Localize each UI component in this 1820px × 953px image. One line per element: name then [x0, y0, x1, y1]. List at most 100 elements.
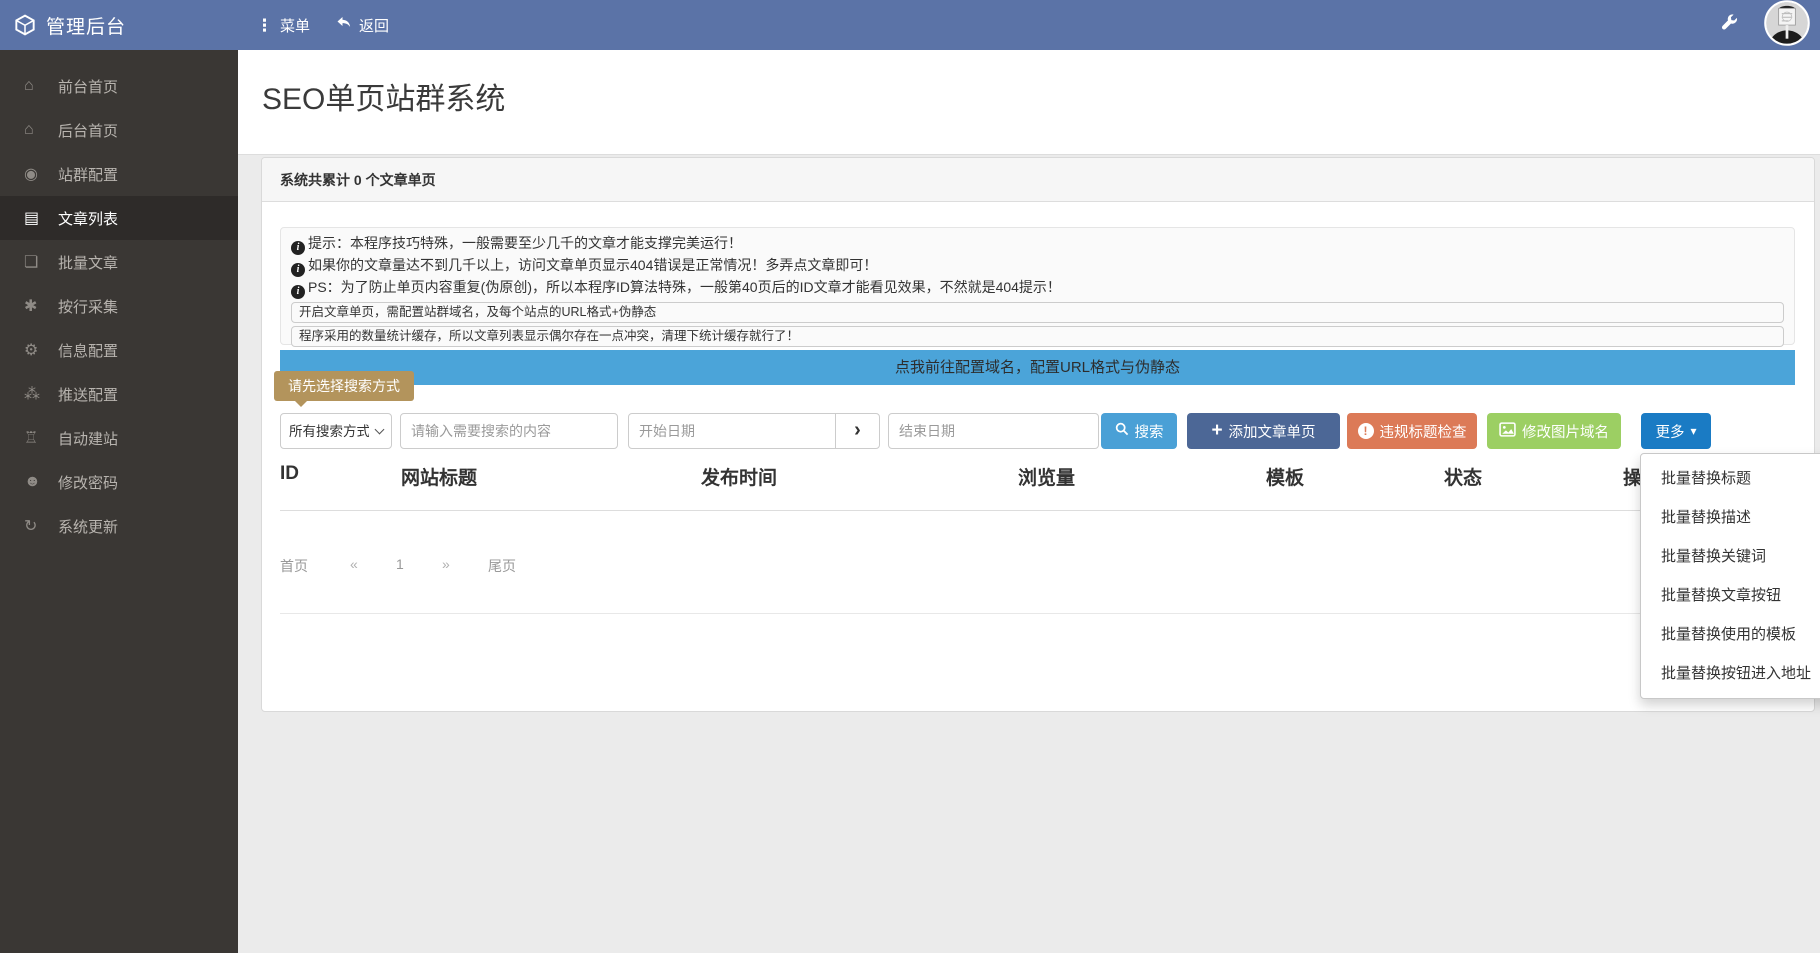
- search-button[interactable]: 搜索: [1101, 413, 1177, 449]
- title-band: SEO单页站群系统: [238, 50, 1820, 155]
- list-icon: ▤: [24, 208, 58, 228]
- notice-line: i提示：本程序技巧特殊，一般需要至少几千的文章才能支撑完美运行！: [291, 233, 1784, 255]
- info-icon: i: [291, 285, 305, 299]
- end-date-wrap: [888, 413, 1099, 449]
- violation-title-check-button[interactable]: ! 违规标题检查: [1347, 413, 1477, 449]
- sidebar-item-info-config[interactable]: ⚙信息配置: [0, 328, 238, 372]
- keyword-field-wrap: [400, 413, 618, 449]
- keyword-input[interactable]: [400, 413, 618, 449]
- brand[interactable]: 管理后台: [0, 12, 238, 39]
- back-label: 返回: [359, 15, 389, 36]
- sidebar-item-label: 前台首页: [58, 76, 118, 97]
- sidebar-item-label: 信息配置: [58, 340, 118, 361]
- image-icon: [1499, 422, 1516, 441]
- notice-line: i如果你的文章量达不到几千以上，访问文章单页显示404错误是正常情况！多弄点文章…: [291, 255, 1784, 277]
- paw-icon: ⁂: [24, 384, 58, 404]
- sidebar-item-article-list[interactable]: ▤文章列表: [0, 196, 238, 240]
- info-icon: i: [291, 241, 305, 255]
- pagination-prev[interactable]: «: [350, 556, 358, 572]
- refresh-icon: ↻: [24, 516, 58, 536]
- search-mode-select[interactable]: 所有搜索方式: [280, 413, 392, 449]
- wrench-icon[interactable]: [1720, 14, 1738, 37]
- sidebar-item-system-update[interactable]: ↻系统更新: [0, 504, 238, 548]
- back-icon: [336, 16, 352, 34]
- cube-logo-icon: [14, 14, 36, 36]
- avatar[interactable]: [1764, 0, 1810, 51]
- book-icon: ❏: [24, 252, 58, 272]
- notice-box: 开启文章单页，需配置站群域名，及每个站点的URL格式+伪静态: [291, 302, 1784, 323]
- sidebar-item-backend-home[interactable]: ⌂后台首页: [0, 108, 238, 152]
- menu-icon: ⋮: [256, 17, 273, 34]
- notice-line: iPS：为了防止单页内容重复(伪原创)，所以本程序ID算法特殊，一般第40页后的…: [291, 277, 1784, 299]
- sidebar-item-batch-articles[interactable]: ❏批量文章: [0, 240, 238, 284]
- sidebar: ⌂前台首页 ⌂后台首页 ◉站群配置 ▤文章列表 ❏批量文章 ✱按行采集 ⚙信息配…: [0, 50, 238, 953]
- plus-icon: +: [1211, 421, 1222, 440]
- dropdown-item-batch-replace-article-button[interactable]: 批量替换文章按钮: [1641, 576, 1820, 615]
- column-header-id: ID: [280, 463, 299, 485]
- pagination-next[interactable]: »: [442, 556, 450, 572]
- sidebar-item-label: 修改密码: [58, 472, 118, 493]
- sidebar-item-auto-build[interactable]: ♖自动建站: [0, 416, 238, 460]
- dropdown-item-batch-replace-template[interactable]: 批量替换使用的模板: [1641, 615, 1820, 654]
- menu-toggle[interactable]: ⋮ 菜单: [256, 15, 310, 36]
- column-header-publish-time: 发布时间: [701, 463, 777, 490]
- gear-icon: ⚙: [24, 340, 58, 360]
- notice-box: 程序采用的数量统计缓存，所以文章列表显示偶尔存在一点冲突，清理下统计缓存就行了！: [291, 326, 1784, 347]
- column-header-template: 模板: [1266, 463, 1304, 490]
- start-date-wrap: [628, 413, 836, 449]
- sidebar-item-label: 推送配置: [58, 384, 118, 405]
- info-icon: i: [291, 263, 305, 277]
- sidebar-item-label: 系统更新: [58, 516, 118, 537]
- start-date-input[interactable]: [628, 413, 836, 449]
- sidebar-item-label: 文章列表: [58, 208, 118, 229]
- add-article-button[interactable]: + 添加文章单页: [1187, 413, 1340, 449]
- sidebar-item-line-collect[interactable]: ✱按行采集: [0, 284, 238, 328]
- screen: 管理后台 ⋮ 菜单 返回: [0, 0, 1820, 953]
- dropdown-item-batch-replace-description[interactable]: 批量替换描述: [1641, 498, 1820, 537]
- more-button[interactable]: 更多 ▾: [1641, 413, 1711, 449]
- navbar-links: ⋮ 菜单 返回: [238, 15, 389, 36]
- config-domain-banner[interactable]: 点我前往配置域名，配置URL格式与伪静态: [280, 350, 1795, 385]
- end-date-input[interactable]: [888, 413, 1099, 449]
- back-link[interactable]: 返回: [336, 15, 389, 36]
- search-mode-select-wrap: 所有搜索方式: [280, 413, 392, 449]
- top-navbar: 管理后台 ⋮ 菜单 返回: [0, 0, 1820, 50]
- navbar-right: [1720, 0, 1820, 51]
- dropdown-item-batch-replace-title[interactable]: 批量替换标题: [1641, 459, 1820, 498]
- menu-label: 菜单: [280, 15, 310, 36]
- sidebar-item-label: 后台首页: [58, 120, 118, 141]
- notice-well: i提示：本程序技巧特殊，一般需要至少几千的文章才能支撑完美运行！ i如果你的文章…: [280, 227, 1795, 345]
- asterisk-icon: ✱: [24, 296, 58, 316]
- dropdown-item-batch-replace-keywords[interactable]: 批量替换关键词: [1641, 537, 1820, 576]
- sidebar-item-label: 按行采集: [58, 296, 118, 317]
- dropdown-item-batch-replace-button-url[interactable]: 批量替换按钮进入地址: [1641, 654, 1820, 693]
- modify-image-domain-button[interactable]: 修改图片域名: [1487, 413, 1621, 449]
- sidebar-item-label: 批量文章: [58, 252, 118, 273]
- home-icon: ⌂: [24, 121, 58, 139]
- column-header-status: 状态: [1444, 463, 1482, 490]
- search-icon: [1115, 422, 1129, 440]
- brand-title: 管理后台: [46, 12, 126, 39]
- pagination-first[interactable]: 首页: [280, 556, 308, 576]
- date-range-chevron-icon[interactable]: ›: [835, 413, 880, 449]
- sidebar-item-sitegroup-config[interactable]: ◉站群配置: [0, 152, 238, 196]
- sidebar-item-frontend-home[interactable]: ⌂前台首页: [0, 64, 238, 108]
- chrome-icon: ◉: [24, 164, 58, 184]
- exclamation-circle-icon: !: [1358, 423, 1374, 439]
- more-dropdown-menu: 批量替换标题 批量替换描述 批量替换关键词 批量替换文章按钮 批量替换使用的模板…: [1640, 453, 1820, 699]
- sidebar-item-change-password[interactable]: ☻修改密码: [0, 460, 238, 504]
- article-panel: 系统共累计 0 个文章单页 i提示：本程序技巧特殊，一般需要至少几千的文章才能支…: [261, 157, 1815, 712]
- user-icon: ☻: [24, 473, 58, 491]
- pagination-last[interactable]: 尾页: [488, 556, 516, 576]
- panel-heading: 系统共累计 0 个文章单页: [262, 158, 1814, 202]
- sidebar-item-push-config[interactable]: ⁂推送配置: [0, 372, 238, 416]
- column-header-site-title: 网站标题: [401, 463, 477, 490]
- pagination-page-1[interactable]: 1: [396, 556, 404, 572]
- table-header-divider: [280, 510, 1793, 511]
- caret-down-icon: ▾: [1690, 424, 1696, 438]
- bank-icon: ♖: [24, 428, 58, 448]
- sidebar-item-label: 站群配置: [58, 164, 118, 185]
- column-header-views: 浏览量: [1018, 463, 1075, 490]
- page-title: SEO单页站群系统: [262, 74, 505, 118]
- table-bottom-divider: [280, 613, 1793, 614]
